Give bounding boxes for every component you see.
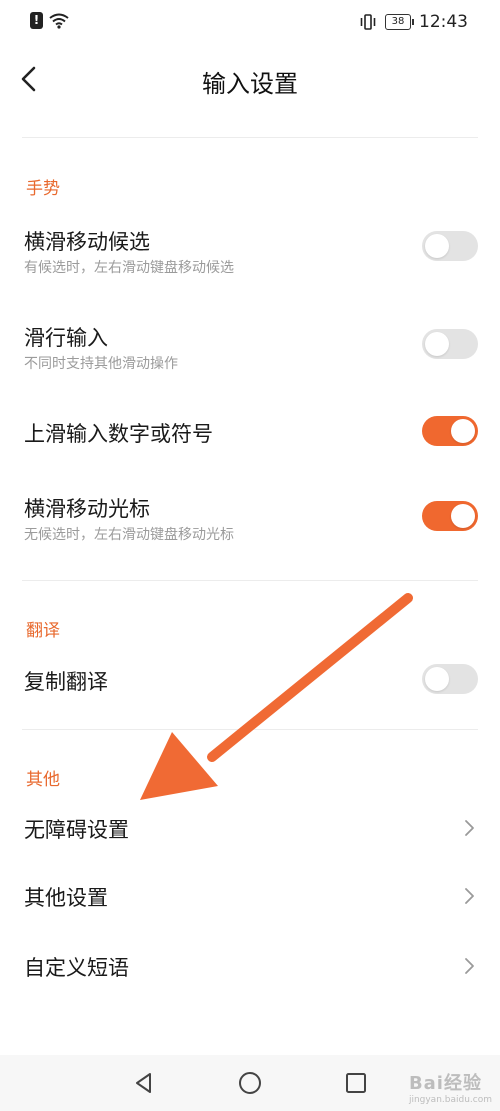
divider bbox=[22, 580, 478, 581]
setting-label: 复制翻译 bbox=[24, 670, 108, 694]
watermark-text: Bai经验 bbox=[408, 1073, 482, 1094]
vibrate-icon bbox=[360, 14, 376, 30]
status-left: ! bbox=[30, 12, 69, 29]
status-time: 12:43 bbox=[419, 12, 468, 32]
toggle-knob bbox=[425, 234, 449, 258]
menu-item-accessibility[interactable]: 无障碍设置 bbox=[0, 806, 500, 850]
section-title-other: 其他 bbox=[26, 770, 60, 790]
setting-row-swipe-candidate[interactable]: 横滑移动候选 有候选时，左右滑动键盘移动候选 bbox=[0, 220, 500, 280]
toggle-switch[interactable] bbox=[422, 664, 478, 694]
menu-item-label: 无障碍设置 bbox=[24, 818, 129, 842]
divider bbox=[22, 137, 478, 138]
toggle-knob bbox=[451, 504, 475, 528]
divider bbox=[22, 729, 478, 730]
setting-label: 上滑输入数字或符号 bbox=[24, 422, 213, 446]
nav-home-icon[interactable] bbox=[238, 1071, 262, 1095]
chevron-right-icon bbox=[465, 820, 474, 836]
nav-recents-icon[interactable] bbox=[344, 1071, 368, 1095]
header: 输入设置 bbox=[0, 44, 500, 114]
watermark: Bai经验 jingyan.baidu.com bbox=[409, 1069, 492, 1105]
page-title: 输入设置 bbox=[202, 70, 298, 98]
section-title-translate: 翻译 bbox=[26, 621, 60, 641]
menu-item-label: 其他设置 bbox=[24, 886, 108, 910]
status-right: 38 12:43 bbox=[359, 12, 468, 32]
battery-icon: 38 bbox=[385, 14, 414, 30]
toggle-knob bbox=[451, 419, 475, 443]
system-nav-bar: Bai经验 jingyan.baidu.com bbox=[0, 1055, 500, 1111]
setting-description: 无候选时，左右滑动键盘移动光标 bbox=[24, 527, 234, 543]
section-title-gesture: 手势 bbox=[26, 179, 60, 199]
setting-label: 横滑移动候选 bbox=[24, 230, 150, 254]
setting-row-copy-translate[interactable]: 复制翻译 bbox=[0, 660, 500, 700]
chevron-right-icon bbox=[465, 958, 474, 974]
watermark-sub: jingyan.baidu.com bbox=[408, 1095, 492, 1105]
setting-description: 不同时支持其他滑动操作 bbox=[24, 356, 178, 372]
menu-item-custom-phrases[interactable]: 自定义短语 bbox=[0, 944, 500, 988]
chevron-right-icon bbox=[465, 888, 474, 904]
setting-row-glide-input[interactable]: 滑行输入 不同时支持其他滑动操作 bbox=[0, 316, 500, 376]
setting-label: 滑行输入 bbox=[24, 326, 108, 350]
menu-item-other-settings[interactable]: 其他设置 bbox=[0, 874, 500, 918]
toggle-knob bbox=[425, 667, 449, 691]
setting-description: 有候选时，左右滑动键盘移动候选 bbox=[24, 260, 234, 276]
toggle-switch[interactable] bbox=[422, 416, 478, 446]
setting-row-swipe-cursor[interactable]: 横滑移动光标 无候选时，左右滑动键盘移动光标 bbox=[0, 488, 500, 548]
wifi-icon bbox=[49, 13, 69, 29]
setting-row-swipe-up-number[interactable]: 上滑输入数字或符号 bbox=[0, 412, 500, 452]
menu-item-label: 自定义短语 bbox=[24, 956, 129, 980]
alert-icon: ! bbox=[30, 12, 43, 29]
toggle-knob bbox=[425, 332, 449, 356]
nav-back-icon[interactable] bbox=[132, 1071, 156, 1095]
status-bar: ! 38 12:43 bbox=[0, 0, 500, 44]
toggle-switch[interactable] bbox=[422, 501, 478, 531]
toggle-switch[interactable] bbox=[422, 329, 478, 359]
setting-label: 横滑移动光标 bbox=[24, 497, 150, 521]
toggle-switch[interactable] bbox=[422, 231, 478, 261]
